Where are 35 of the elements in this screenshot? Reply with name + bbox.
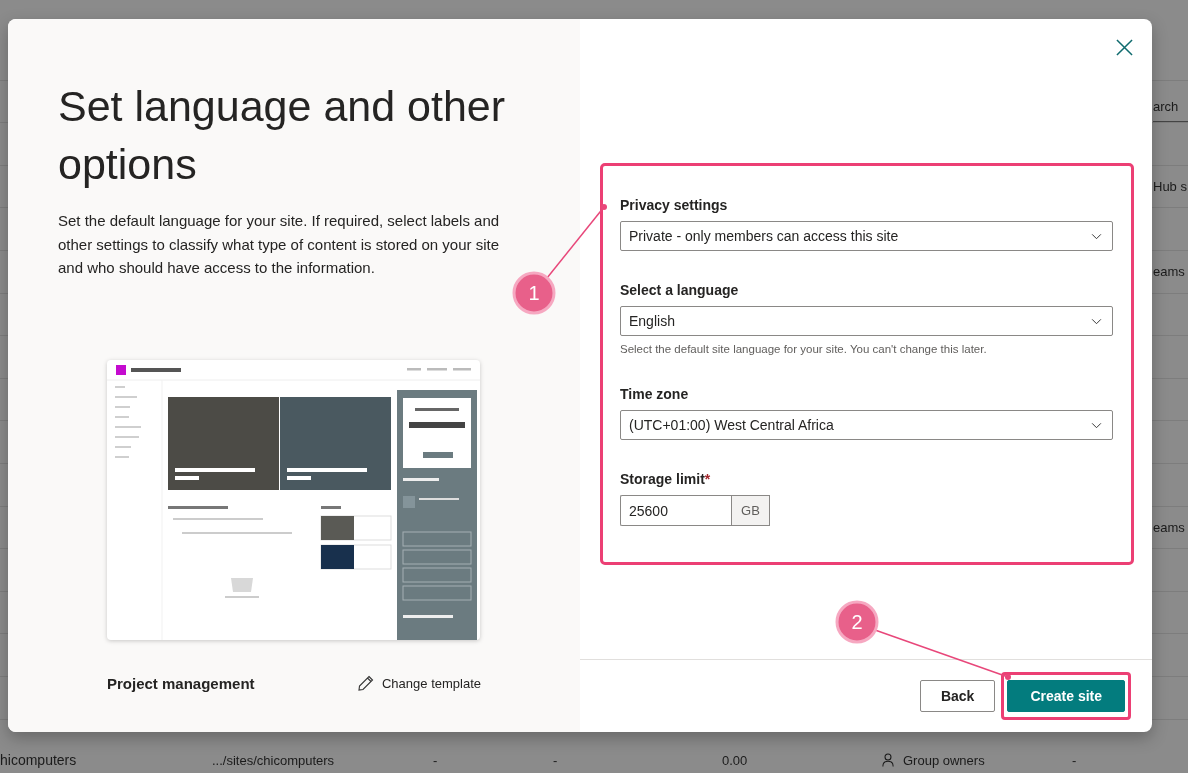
change-template-link[interactable]: Change template — [358, 675, 481, 691]
person-icon — [882, 753, 894, 767]
step-badge: 2 — [835, 600, 879, 644]
table-cell-text: - — [433, 752, 438, 768]
table-cell-text: .../sites/chicomputers — [212, 752, 335, 768]
table-cell-text: 0.00 — [722, 752, 748, 768]
dropdown[interactable]: Private - only members can access this site — [620, 221, 1113, 251]
search-field[interactable]: arch — [1153, 92, 1188, 123]
storage-input[interactable]: 25600 — [620, 495, 731, 526]
step-badge: 1 — [512, 271, 556, 315]
field-label: Select a language — [620, 281, 740, 300]
chevron-down-icon — [1091, 232, 1102, 240]
table-cell-text: Group owners — [903, 752, 985, 768]
template-name: Project management — [107, 674, 255, 692]
dialog-description: Set the default language for your site. If required, select labels and other settings to classify what type of content is stored on your site and who should have access to the information. — [58, 211, 501, 278]
dropdown[interactable]: (UTC+01:00) West Central Africa — [620, 410, 1113, 440]
unit-suffix: GB — [731, 495, 770, 526]
chevron-down-icon — [1091, 421, 1102, 429]
dropdown[interactable]: English — [620, 306, 1113, 336]
chevron-down-icon — [1091, 317, 1102, 325]
table-cell-text: hicomputers — [0, 752, 77, 768]
field-label: Privacy settings — [620, 196, 729, 215]
pencil-icon — [358, 675, 374, 691]
table-cell-text: - — [553, 752, 558, 768]
table-cell-text: eams — [1153, 519, 1185, 535]
field-help-text: Select the default site language for your site. You can't change this later. — [620, 343, 988, 355]
field-label: Storage limit* — [620, 470, 712, 489]
table-cell-text: Hub s — [1153, 179, 1187, 195]
field-label: Time zone — [620, 385, 690, 404]
close-icon[interactable] — [1116, 39, 1133, 56]
table-cell-text: - — [1072, 752, 1077, 768]
back-button[interactable]: Back — [919, 680, 996, 712]
dialog-title: Set language and other options — [58, 81, 507, 190]
table-cell-text: eams — [1153, 264, 1185, 280]
create-site-button[interactable]: Create site — [1007, 680, 1125, 712]
